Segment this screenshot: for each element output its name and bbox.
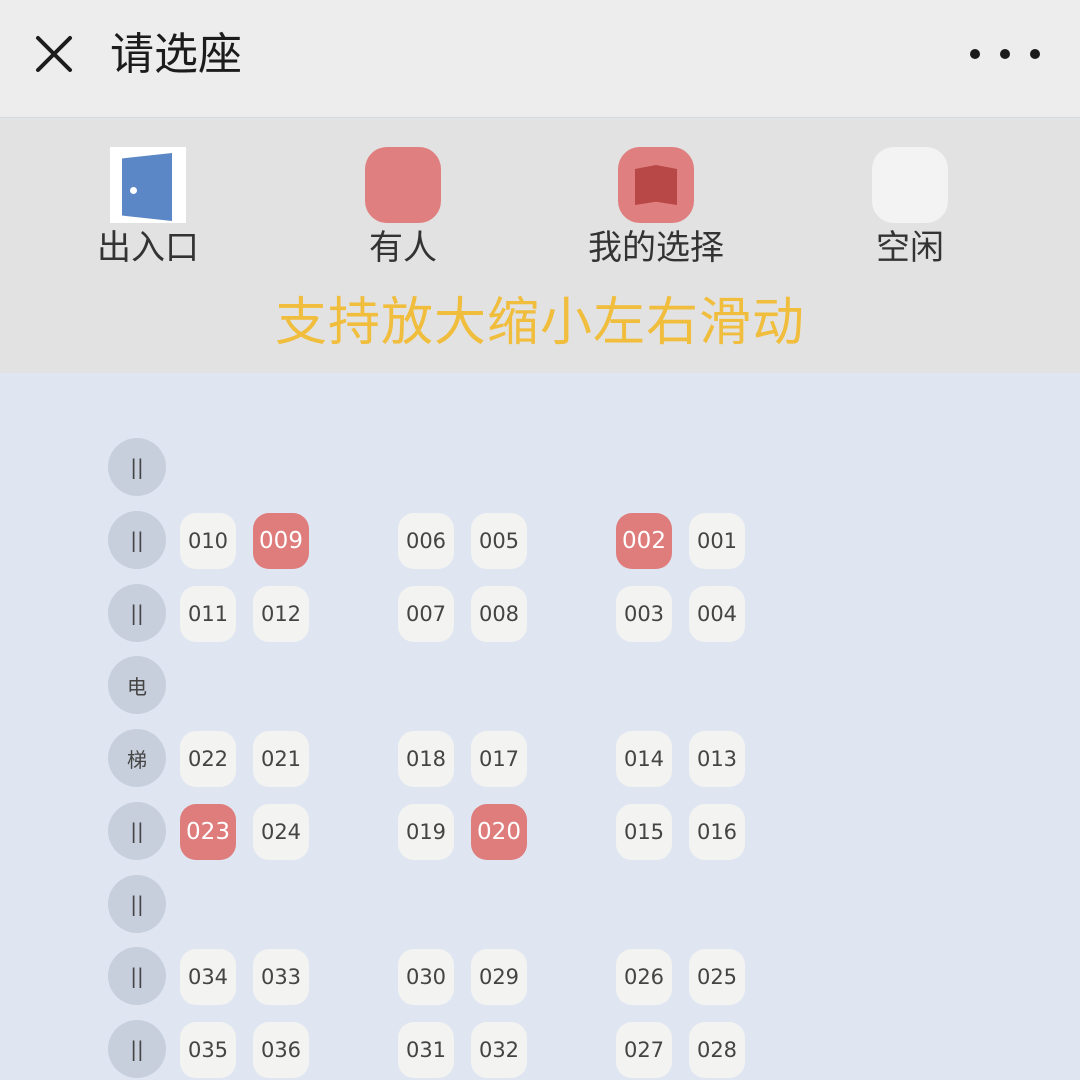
seat-legend: 出入口 有人 我的选择 空闲 支持放大缩小左右滑动 xyxy=(0,119,1080,373)
occupied-seat-icon xyxy=(365,147,441,223)
page-title: 请选座 xyxy=(110,29,242,80)
seat-019[interactable]: 019 xyxy=(398,804,454,860)
seat-012[interactable]: 012 xyxy=(253,586,309,642)
more-button[interactable] xyxy=(970,36,1040,72)
seat-row: 梯 022 021 018 017 014 013 xyxy=(0,729,1080,787)
row-marker: 电 xyxy=(108,656,166,714)
seat-row: || 035 036 031 032 027 028 xyxy=(0,1020,1080,1078)
row-marker: || xyxy=(108,947,166,1005)
seat-017[interactable]: 017 xyxy=(471,731,527,787)
row-marker: || xyxy=(108,875,166,933)
seat-030[interactable]: 030 xyxy=(398,949,454,1005)
seat-031[interactable]: 031 xyxy=(398,1022,454,1078)
legend-label: 出入口 xyxy=(97,228,199,268)
legend-label: 有人 xyxy=(369,228,437,268)
seat-row: || 034 033 030 029 026 025 xyxy=(0,947,1080,1005)
row-marker: || xyxy=(108,438,166,496)
seat-009[interactable]: 009 xyxy=(253,513,309,569)
door-icon xyxy=(110,147,186,223)
seat-033[interactable]: 033 xyxy=(253,949,309,1005)
close-icon xyxy=(36,36,72,72)
row-marker: || xyxy=(108,584,166,642)
seat-007[interactable]: 007 xyxy=(398,586,454,642)
close-button[interactable] xyxy=(30,30,78,78)
seat-row: || 010 009 006 005 002 001 xyxy=(0,511,1080,569)
seat-001[interactable]: 001 xyxy=(689,513,745,569)
more-dot xyxy=(1030,49,1040,59)
seat-027[interactable]: 027 xyxy=(616,1022,672,1078)
zoom-hint: 支持放大缩小左右滑动 xyxy=(274,293,805,353)
seat-024[interactable]: 024 xyxy=(253,804,309,860)
seat-010[interactable]: 010 xyxy=(180,513,236,569)
seat-035[interactable]: 035 xyxy=(180,1022,236,1078)
seat-026[interactable]: 026 xyxy=(616,949,672,1005)
more-dots-icon xyxy=(970,49,980,59)
seat-016[interactable]: 016 xyxy=(689,804,745,860)
seat-row: || 023 024 019 020 015 016 xyxy=(0,802,1080,860)
seat-025[interactable]: 025 xyxy=(689,949,745,1005)
seat-015[interactable]: 015 xyxy=(616,804,672,860)
seat-002[interactable]: 002 xyxy=(616,513,672,569)
legend-label: 我的选择 xyxy=(588,228,724,268)
seat-006[interactable]: 006 xyxy=(398,513,454,569)
more-dot xyxy=(1000,49,1010,59)
seat-row: || 011 012 007 008 003 004 xyxy=(0,584,1080,642)
seat-011[interactable]: 011 xyxy=(180,586,236,642)
row-marker: 梯 xyxy=(108,729,166,787)
seat-022[interactable]: 022 xyxy=(180,731,236,787)
seat-004[interactable]: 004 xyxy=(689,586,745,642)
row-marker: || xyxy=(108,802,166,860)
seat-005[interactable]: 005 xyxy=(471,513,527,569)
seat-013[interactable]: 013 xyxy=(689,731,745,787)
seat-020[interactable]: 020 xyxy=(471,804,527,860)
seat-032[interactable]: 032 xyxy=(471,1022,527,1078)
seat-003[interactable]: 003 xyxy=(616,586,672,642)
seat-021[interactable]: 021 xyxy=(253,731,309,787)
row-marker: || xyxy=(108,1020,166,1078)
seat-map[interactable]: || || 010 009 006 005 002 001 || 011 012 007 008 003 0… xyxy=(0,373,1080,1080)
top-bar: 请选座 xyxy=(0,0,1080,118)
legend-free: 空闲 xyxy=(800,147,1020,271)
seat-023[interactable]: 023 xyxy=(180,804,236,860)
legend-occupied: 有人 xyxy=(293,147,513,271)
free-seat-icon xyxy=(872,147,948,223)
legend-label: 空闲 xyxy=(876,228,944,268)
row-marker: || xyxy=(108,511,166,569)
legend-entrance: 出入口 xyxy=(38,147,258,271)
seat-018[interactable]: 018 xyxy=(398,731,454,787)
seat-029[interactable]: 029 xyxy=(471,949,527,1005)
my-selection-book-icon xyxy=(618,147,694,223)
seat-014[interactable]: 014 xyxy=(616,731,672,787)
seat-row: || xyxy=(0,438,1080,496)
seat-036[interactable]: 036 xyxy=(253,1022,309,1078)
seat-034[interactable]: 034 xyxy=(180,949,236,1005)
seat-008[interactable]: 008 xyxy=(471,586,527,642)
seat-028[interactable]: 028 xyxy=(689,1022,745,1078)
legend-my-selection: 我的选择 xyxy=(546,147,766,271)
seat-row: 电 xyxy=(0,656,1080,714)
seat-row: || xyxy=(0,875,1080,933)
